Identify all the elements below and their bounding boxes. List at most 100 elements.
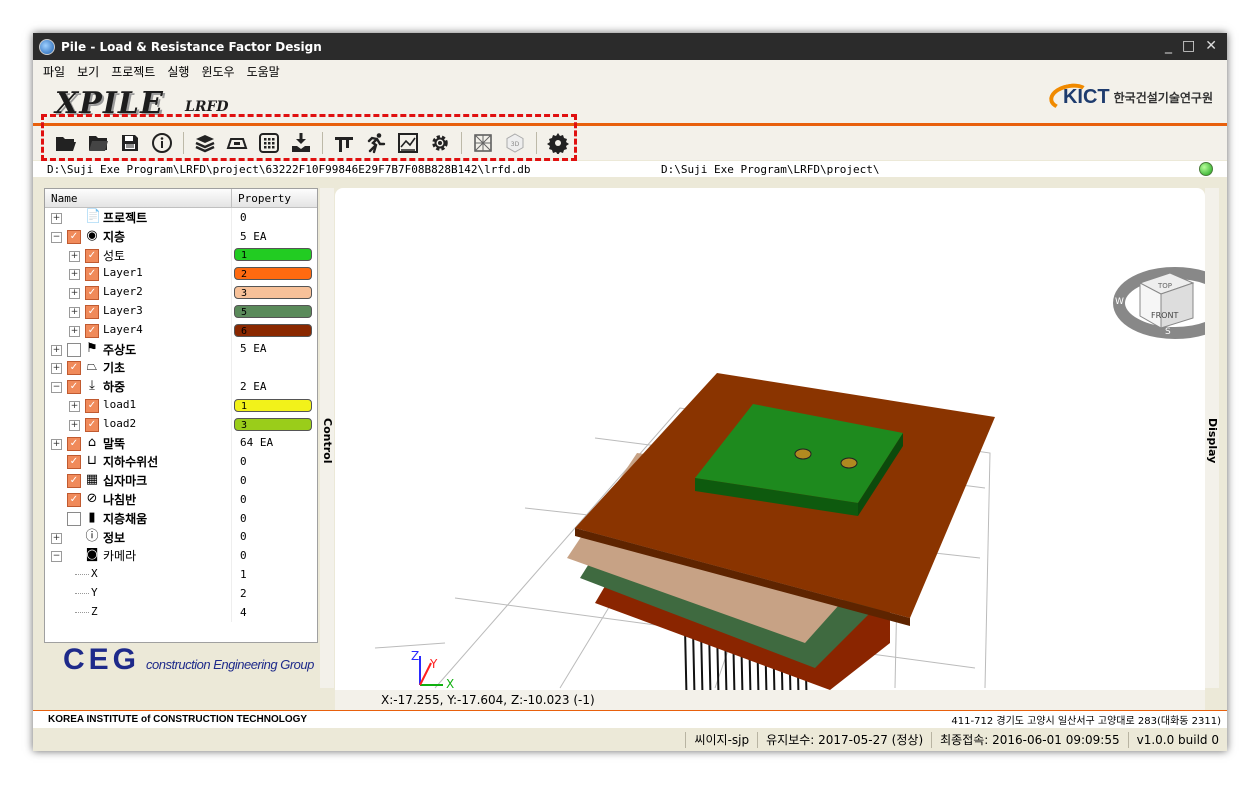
minimize-button[interactable]: _ bbox=[1165, 38, 1172, 54]
tree-row-property[interactable]: 6 bbox=[231, 320, 317, 340]
tree-row-info[interactable]: + ⓘ 정보 0 bbox=[45, 527, 317, 547]
settings-gear-icon[interactable] bbox=[427, 130, 453, 156]
run-icon[interactable] bbox=[363, 130, 389, 156]
tree-row-camera-z[interactable]: Z4 bbox=[45, 602, 317, 622]
3d-viewport[interactable]: Z Y X TOP FRONT W S E bbox=[335, 188, 1205, 690]
collapse-icon[interactable]: − bbox=[51, 231, 62, 243]
tree-row-load2[interactable]: + load2 3 bbox=[45, 414, 317, 434]
3d-icon[interactable]: 3D bbox=[502, 130, 528, 156]
visibility-checkbox[interactable] bbox=[67, 474, 81, 489]
mesh-icon[interactable] bbox=[470, 130, 496, 156]
menu-view[interactable]: 보기 bbox=[77, 63, 99, 80]
tree-row-property[interactable]: 64 EA bbox=[231, 433, 317, 453]
tree-row-property[interactable]: 5 EA bbox=[231, 226, 317, 246]
tree-row-project[interactable]: + 📄 프로젝트 0 bbox=[45, 208, 317, 227]
tree-row-property[interactable]: 2 bbox=[231, 583, 317, 603]
tree-row-property[interactable]: 0 bbox=[231, 452, 317, 472]
menu-file[interactable]: 파일 bbox=[43, 63, 65, 80]
color-swatch[interactable]: 6 bbox=[234, 323, 312, 337]
view-cube[interactable]: TOP FRONT W S E bbox=[1113, 267, 1205, 339]
tree-row-property[interactable]: 3 bbox=[231, 414, 317, 434]
tree-row-property[interactable]: 5 bbox=[231, 301, 317, 321]
tree-row-property[interactable]: 0 bbox=[231, 208, 317, 227]
gear-icon[interactable] bbox=[545, 130, 571, 156]
maximize-button[interactable]: □ bbox=[1182, 38, 1195, 54]
visibility-checkbox[interactable] bbox=[67, 342, 81, 357]
tree-row-strata[interactable]: − ◉ 지층 5 EA bbox=[45, 226, 317, 246]
color-swatch[interactable]: 1 bbox=[234, 398, 312, 412]
tree-row-property[interactable]: 0 bbox=[231, 527, 317, 547]
visibility-checkbox[interactable] bbox=[85, 267, 99, 282]
tree-row-strata-fill[interactable]: ▮ 지층채움 0 bbox=[45, 508, 317, 528]
expand-icon[interactable]: + bbox=[51, 344, 62, 356]
menu-run[interactable]: 실행 bbox=[167, 63, 189, 80]
close-button[interactable]: ✕ bbox=[1205, 38, 1217, 54]
expand-icon[interactable]: + bbox=[51, 438, 62, 450]
tree-row-piles[interactable]: + ⌂ 말뚝 64 EA bbox=[45, 433, 317, 453]
visibility-checkbox[interactable] bbox=[85, 248, 99, 263]
visibility-checkbox[interactable] bbox=[67, 436, 81, 451]
tree-row-layer2[interactable]: + Layer2 3 bbox=[45, 283, 317, 302]
expand-icon[interactable]: + bbox=[69, 306, 80, 318]
tree-row-layer4[interactable]: + Layer4 6 bbox=[45, 320, 317, 340]
color-swatch[interactable]: 2 bbox=[234, 267, 312, 281]
tree-row-groundwater[interactable]: ⊔ 지하수위선 0 bbox=[45, 452, 317, 472]
expand-icon[interactable]: + bbox=[69, 325, 80, 337]
tree-row-property[interactable]: 3 bbox=[231, 283, 317, 302]
tree-row-load[interactable]: − ⤓ 하중 2 EA bbox=[45, 377, 317, 396]
collapse-icon[interactable]: − bbox=[51, 551, 62, 563]
collapse-icon[interactable]: − bbox=[51, 382, 62, 394]
visibility-checkbox[interactable] bbox=[67, 229, 81, 244]
visibility-checkbox[interactable] bbox=[85, 286, 99, 301]
chart-icon[interactable] bbox=[395, 130, 421, 156]
tree-row-property[interactable]: 2 bbox=[231, 264, 317, 284]
foundation-icon[interactable] bbox=[224, 130, 250, 156]
tree-row-property[interactable]: 2 EA bbox=[231, 377, 317, 396]
menu-window[interactable]: 윈도우 bbox=[201, 63, 234, 80]
expand-icon[interactable]: + bbox=[69, 250, 80, 262]
tree-row-camera-x[interactable]: X1 bbox=[45, 565, 317, 584]
tree-row-load1[interactable]: + load1 1 bbox=[45, 395, 317, 415]
visibility-checkbox[interactable] bbox=[85, 323, 99, 338]
tree-row-foundation[interactable]: + ⏢ 기초 bbox=[45, 358, 317, 378]
visibility-checkbox[interactable] bbox=[67, 361, 81, 376]
visibility-checkbox[interactable] bbox=[67, 511, 81, 526]
load-icon[interactable] bbox=[288, 130, 314, 156]
grid-icon[interactable] bbox=[256, 130, 282, 156]
expand-icon[interactable]: + bbox=[69, 288, 80, 300]
tree-row-property[interactable] bbox=[231, 358, 317, 378]
tree-row-property[interactable]: 0 bbox=[231, 471, 317, 490]
save-icon[interactable] bbox=[117, 130, 143, 156]
info-icon[interactable] bbox=[149, 130, 175, 156]
tree-row-property[interactable]: 0 bbox=[231, 546, 317, 566]
tree-row-borehole[interactable]: + ⚑ 주상도 5 EA bbox=[45, 339, 317, 359]
expand-icon[interactable]: + bbox=[51, 363, 62, 375]
menu-help[interactable]: 도움말 bbox=[247, 63, 280, 80]
tree-row-crossmark[interactable]: ▦ 십자마크 0 bbox=[45, 471, 317, 490]
control-tab[interactable]: Control bbox=[320, 188, 334, 688]
property-column-header[interactable]: Property bbox=[232, 189, 291, 207]
visibility-checkbox[interactable] bbox=[67, 380, 81, 395]
tree-row-camera[interactable]: − ◙ 카메라 0 bbox=[45, 546, 317, 566]
open-folder-icon[interactable] bbox=[53, 130, 79, 156]
tree-row-property[interactable]: 1 bbox=[231, 245, 317, 265]
tree-row-property[interactable]: 0 bbox=[231, 508, 317, 528]
pile-icon[interactable] bbox=[331, 130, 357, 156]
expand-icon[interactable]: + bbox=[51, 532, 62, 544]
tree-row-layer3[interactable]: + Layer3 5 bbox=[45, 301, 317, 321]
tree-row-layer1[interactable]: + Layer1 2 bbox=[45, 264, 317, 284]
tree-row-property[interactable]: 1 bbox=[231, 565, 317, 584]
expand-icon[interactable]: + bbox=[69, 269, 80, 281]
name-column-header[interactable]: Name bbox=[45, 189, 232, 207]
tree-row-property[interactable]: 4 bbox=[231, 602, 317, 622]
color-swatch[interactable]: 5 bbox=[234, 304, 312, 318]
color-swatch[interactable]: 1 bbox=[234, 248, 312, 262]
expand-icon[interactable]: + bbox=[69, 419, 80, 431]
tree-row-camera-y[interactable]: Y2 bbox=[45, 583, 317, 603]
tree-row-property[interactable]: 0 bbox=[231, 489, 317, 509]
menu-project[interactable]: 프로젝트 bbox=[111, 63, 155, 80]
open-folder-dark-icon[interactable] bbox=[85, 130, 111, 156]
expand-icon[interactable]: + bbox=[69, 400, 80, 412]
color-swatch[interactable]: 3 bbox=[234, 286, 312, 300]
color-swatch[interactable]: 3 bbox=[234, 417, 312, 431]
